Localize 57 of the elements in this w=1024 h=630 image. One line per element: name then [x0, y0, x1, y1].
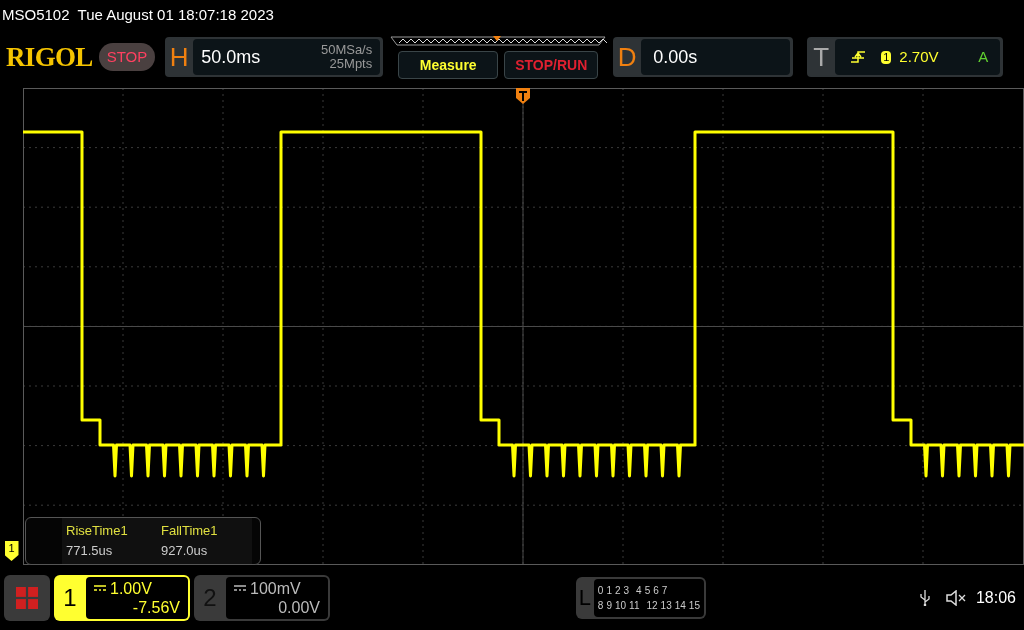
memory-depth: 25Mpts [329, 57, 373, 71]
speaker-muted-icon [945, 589, 968, 606]
trigger-position-marker[interactable] [516, 88, 530, 104]
logic-panel[interactable]: L 0 1 2 3 4 5 6 7 8 9 10 11 12 13 14 15 [575, 576, 706, 619]
trigger-panel[interactable]: T 1 2.70V A [807, 37, 1004, 77]
channel-marker[interactable]: 1 [4, 541, 19, 561]
device-model: MSO5102 [2, 4, 70, 25]
logic-bit-label: 15 [688, 598, 700, 613]
delay-value: 0.00s [653, 45, 698, 69]
dc-coupling-icon [234, 585, 246, 591]
trigger-source: 1 [881, 50, 892, 64]
logic-bit-label: 4 [636, 583, 642, 598]
logic-label: L [577, 584, 592, 612]
logic-bit-label: 1 [606, 583, 612, 598]
logic-bit-label: 14 [674, 598, 686, 613]
trigger-mode: A [978, 46, 989, 67]
logic-bit-label: 12 [646, 598, 658, 613]
channel-panel[interactable]: 1 1.00V -7.56V [54, 574, 190, 621]
sample-rate: 50MSa/s [320, 43, 373, 57]
channel-offset: 0.00V [277, 597, 320, 617]
timebase-value: 50.0ms [201, 45, 261, 69]
rising-edge-icon [851, 50, 866, 64]
waveform-preview-icon [389, 35, 608, 47]
trigger-label: T [812, 40, 831, 74]
logic-bit-label: 3 [623, 583, 630, 598]
measurement-value: 927.0us [161, 542, 209, 560]
logic-bit-label: 6 [653, 583, 659, 598]
channel-offset: -7.56V [131, 597, 180, 617]
measurement-name: RiseTime1 [66, 522, 129, 540]
trigger-level: 2.70V [899, 46, 939, 67]
channel-scale: 1.00V [110, 578, 152, 598]
usb-icon [919, 589, 930, 606]
logic-bit-label: 5 [644, 583, 651, 598]
logic-bit-label: 9 [606, 598, 612, 613]
logic-bit-label: 7 [661, 583, 668, 598]
measurement-value: 771.5us [66, 542, 114, 560]
delay-label: D [616, 40, 638, 74]
logic-bit-label: 11 [629, 598, 640, 613]
logic-bit-label: 8 [597, 598, 604, 613]
logic-bit-label: 10 [614, 598, 627, 613]
dc-coupling-icon [94, 585, 106, 591]
logic-bit-label: 2 [614, 583, 621, 598]
horizontal-label: H [168, 40, 190, 74]
logic-bit-label: 13 [660, 598, 672, 613]
menu-grid-button[interactable] [4, 574, 50, 621]
measurement-name: FallTime1 [161, 522, 219, 540]
clock-time: 18:06 [975, 587, 1016, 608]
channel-scale: 100mV [250, 578, 301, 598]
measure-button[interactable]: Measure [398, 51, 499, 79]
logo: RIGOL [6, 40, 93, 74]
logic-bit-label: 0 [597, 583, 604, 598]
channel-number: 1 [62, 582, 78, 613]
stop-run-button[interactable]: STOP/RUN [504, 51, 599, 79]
delay-panel[interactable]: D 0.00s [613, 37, 794, 77]
grid-icon [16, 586, 38, 609]
date-time: Tue August 01 18:07:18 2023 [77, 4, 274, 25]
horizontal-panel[interactable]: H 50.0ms 50MSa/s 25Mpts [165, 37, 384, 77]
